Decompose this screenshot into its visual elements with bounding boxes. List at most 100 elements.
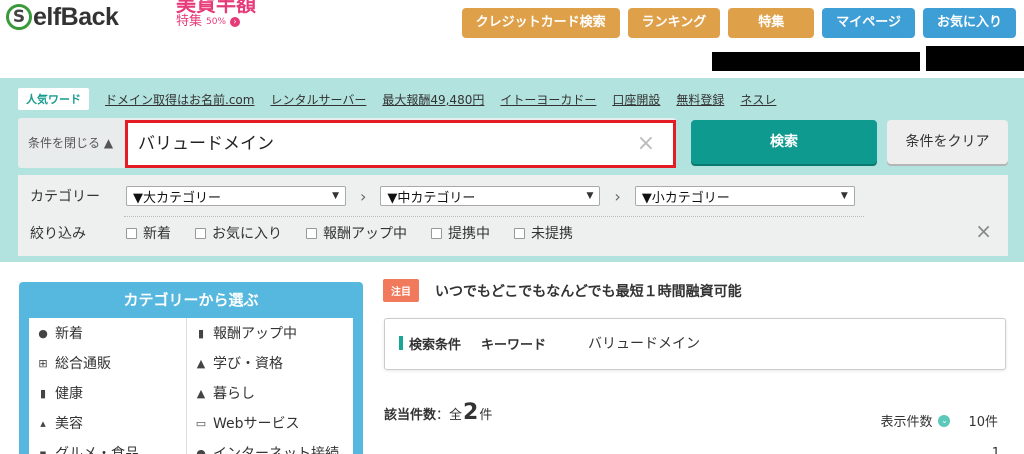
filter-favorites-checkbox[interactable]: お気に入り <box>195 223 282 243</box>
clear-conditions-button[interactable]: 条件をクリア <box>887 120 1008 164</box>
category-item-reward-up[interactable]: ▮ 報酬アップ中 <box>187 318 353 348</box>
category-item-general-shopping[interactable]: ⊞ 総合通販 <box>29 348 186 378</box>
popular-word-link[interactable]: イトーヨーカドー <box>500 91 596 108</box>
popular-word-link[interactable]: ネスレ <box>740 91 776 108</box>
checkbox-box[interactable] <box>306 227 317 239</box>
nav-favorites[interactable]: お気に入り <box>922 8 1016 38</box>
small-category-value: ▼小カテゴリー <box>641 190 730 206</box>
popular-word-link[interactable]: 最大報酬49,480円 <box>382 91 484 108</box>
result-count: 該当件数 ：全 2 件 <box>384 400 492 425</box>
checkbox-box[interactable] <box>514 227 525 239</box>
filter-not-partnered-checkbox[interactable]: 未提携 <box>514 223 573 243</box>
dropdown-arrow-icon: ▼ <box>586 191 594 201</box>
filter-box: カテゴリー ▼大カテゴリー ▼ › ▼中カテゴリー ▼ › ▼小カテゴリー ▼ … <box>18 175 1008 256</box>
category-grid: ● 新着 ⊞ 総合通販 ▮ 健康 ▴ 美容 ▪ グルメ・食品 ▮ 報酬アップ中 ▲ 学び・資格… <box>29 318 353 454</box>
mid-category-select[interactable]: ▼中カテゴリー ▼ <box>380 186 601 206</box>
count-number: 2 <box>463 400 479 425</box>
count-prefix: ：全 <box>436 408 463 423</box>
search-button[interactable]: 検索 <box>691 120 877 164</box>
category-label: インターネット接続 <box>213 446 339 454</box>
checkbox-label: お気に入り <box>212 226 282 242</box>
promo-badge: 50% <box>206 17 227 27</box>
search-panel: 人気ワード ドメイン取得はお名前.com レンタルサーバー 最大報酬49,480… <box>0 78 1024 262</box>
chevron-down-icon[interactable]: ⌄ <box>938 414 951 427</box>
category-label: グルメ・食品 <box>55 446 139 454</box>
category-item-health[interactable]: ▮ 健康 <box>29 378 186 408</box>
category-item-web-service[interactable]: ▭ Webサービス <box>187 408 353 438</box>
close-filter-icon[interactable]: × <box>975 219 992 243</box>
clear-input-icon[interactable]: × <box>637 123 655 165</box>
redacted-area <box>712 52 920 71</box>
promo-sub: 特集 <box>176 14 203 29</box>
filter-reward-up-checkbox[interactable]: 報酬アップ中 <box>306 223 407 243</box>
category-label: 新着 <box>55 326 83 342</box>
checkbox-box[interactable] <box>126 227 137 239</box>
nav-feature[interactable]: 特集 <box>728 8 815 38</box>
logo-text: elfBack <box>33 2 119 31</box>
nav-credit-card-search[interactable]: クレジットカード検索 <box>461 8 620 38</box>
category-item-beauty[interactable]: ▴ 美容 <box>29 408 186 438</box>
top-nav: クレジットカード検索 ランキング 特集 マイページ お気に入り <box>461 8 1016 38</box>
category-item-gourmet[interactable]: ▪ グルメ・食品 <box>29 438 186 454</box>
category-item-internet[interactable]: ● インターネット接続 <box>187 438 353 454</box>
mid-category-value: ▼中カテゴリー <box>387 190 476 206</box>
keyword-value: バリュードメイン <box>138 134 274 154</box>
category-label: 健康 <box>55 386 83 402</box>
arrow-right-icon: › <box>230 17 241 27</box>
checkbox-label: 未提携 <box>531 226 573 242</box>
popular-word-link[interactable]: 口座開設 <box>612 91 660 108</box>
narrow-label: 絞り込み <box>30 226 86 242</box>
category-label: 美容 <box>55 416 83 432</box>
popular-word-link[interactable]: レンタルサーバー <box>270 91 366 108</box>
globe-icon: ● <box>196 446 206 454</box>
dropdown-arrow-icon: ▼ <box>840 191 848 201</box>
speech-bubble-icon: ● <box>38 326 48 340</box>
small-category-select[interactable]: ▼小カテゴリー ▼ <box>634 186 855 206</box>
category-item-new[interactable]: ● 新着 <box>29 318 186 348</box>
popular-word-link[interactable]: ドメイン取得はお名前.com <box>105 91 254 108</box>
category-column-left: ● 新着 ⊞ 総合通販 ▮ 健康 ▴ 美容 ▪ グルメ・食品 <box>29 318 187 454</box>
promo-title: 美貨半額 <box>176 0 256 16</box>
accent-bar <box>399 336 403 350</box>
nav-mypage[interactable]: マイページ <box>822 8 915 38</box>
dropdown-arrow-icon: ▼ <box>332 191 339 201</box>
search-conditions-box: 検索条件 キーワード バリュードメイン <box>384 318 1006 370</box>
display-count-value: 10件 <box>968 415 998 430</box>
promo-banner[interactable]: 美貨半額 特集 50% › <box>176 0 256 30</box>
bar-chart-icon: ▮ <box>197 326 205 340</box>
page-number[interactable]: 1 <box>992 446 1000 454</box>
count-label: 該当件数 <box>384 408 437 423</box>
checkbox-label: 新着 <box>143 226 171 242</box>
big-category-select[interactable]: ▼大カテゴリー ▼ <box>126 186 346 206</box>
toggle-conditions-button[interactable]: 条件を閉じる ▲ <box>28 134 113 151</box>
cart-icon: ⊞ <box>38 356 48 370</box>
filter-new-checkbox[interactable]: 新着 <box>126 223 171 243</box>
keyword-input[interactable]: バリュードメイン × <box>125 120 676 168</box>
logo[interactable]: S elfBack <box>6 0 119 34</box>
checkbox-label: 報酬アップ中 <box>323 226 407 242</box>
conditions-key: キーワード <box>481 337 547 353</box>
checkbox-box[interactable] <box>195 227 206 239</box>
keyword-area: 条件を閉じる ▲ バリュードメイン × <box>18 118 676 168</box>
category-label: カテゴリー <box>30 189 100 205</box>
filter-partnered-checkbox[interactable]: 提携中 <box>431 223 490 243</box>
category-box: カテゴリーから選ぶ ● 新着 ⊞ 総合通販 ▮ 健康 ▴ 美容 ▪ グルメ・食品 ▮ 報酬ア… <box>19 282 363 454</box>
checkbox-label: 提携中 <box>448 226 490 242</box>
bottle-icon: ▮ <box>39 386 47 400</box>
checkbox-box[interactable] <box>431 227 442 239</box>
count-suffix: 件 <box>479 408 493 423</box>
graduation-cap-icon: ▲ <box>196 356 206 370</box>
category-item-learning[interactable]: ▲ 学び・資格 <box>187 348 353 378</box>
popular-word-link[interactable]: 無料登録 <box>676 91 724 108</box>
category-item-living[interactable]: ▲ 暮らし <box>187 378 353 408</box>
category-box-title: カテゴリーから選ぶ <box>123 291 259 309</box>
notice-tag: 注目 <box>383 279 419 302</box>
chevron-right-icon: › <box>360 186 367 206</box>
notice-text[interactable]: いつでもどこでもなんどでも最短１時間融資可能 <box>435 281 742 301</box>
nav-ranking[interactable]: ランキング <box>627 8 721 38</box>
display-count-selector[interactable]: 表示件数 ⌄ 10件 <box>880 411 998 430</box>
notice[interactable]: 注目 いつでもどこでもなんどでも最短１時間融資可能 <box>383 279 742 302</box>
category-label: 総合通販 <box>55 356 111 372</box>
category-label: 報酬アップ中 <box>213 326 297 342</box>
popular-tag: 人気ワード <box>18 88 89 110</box>
